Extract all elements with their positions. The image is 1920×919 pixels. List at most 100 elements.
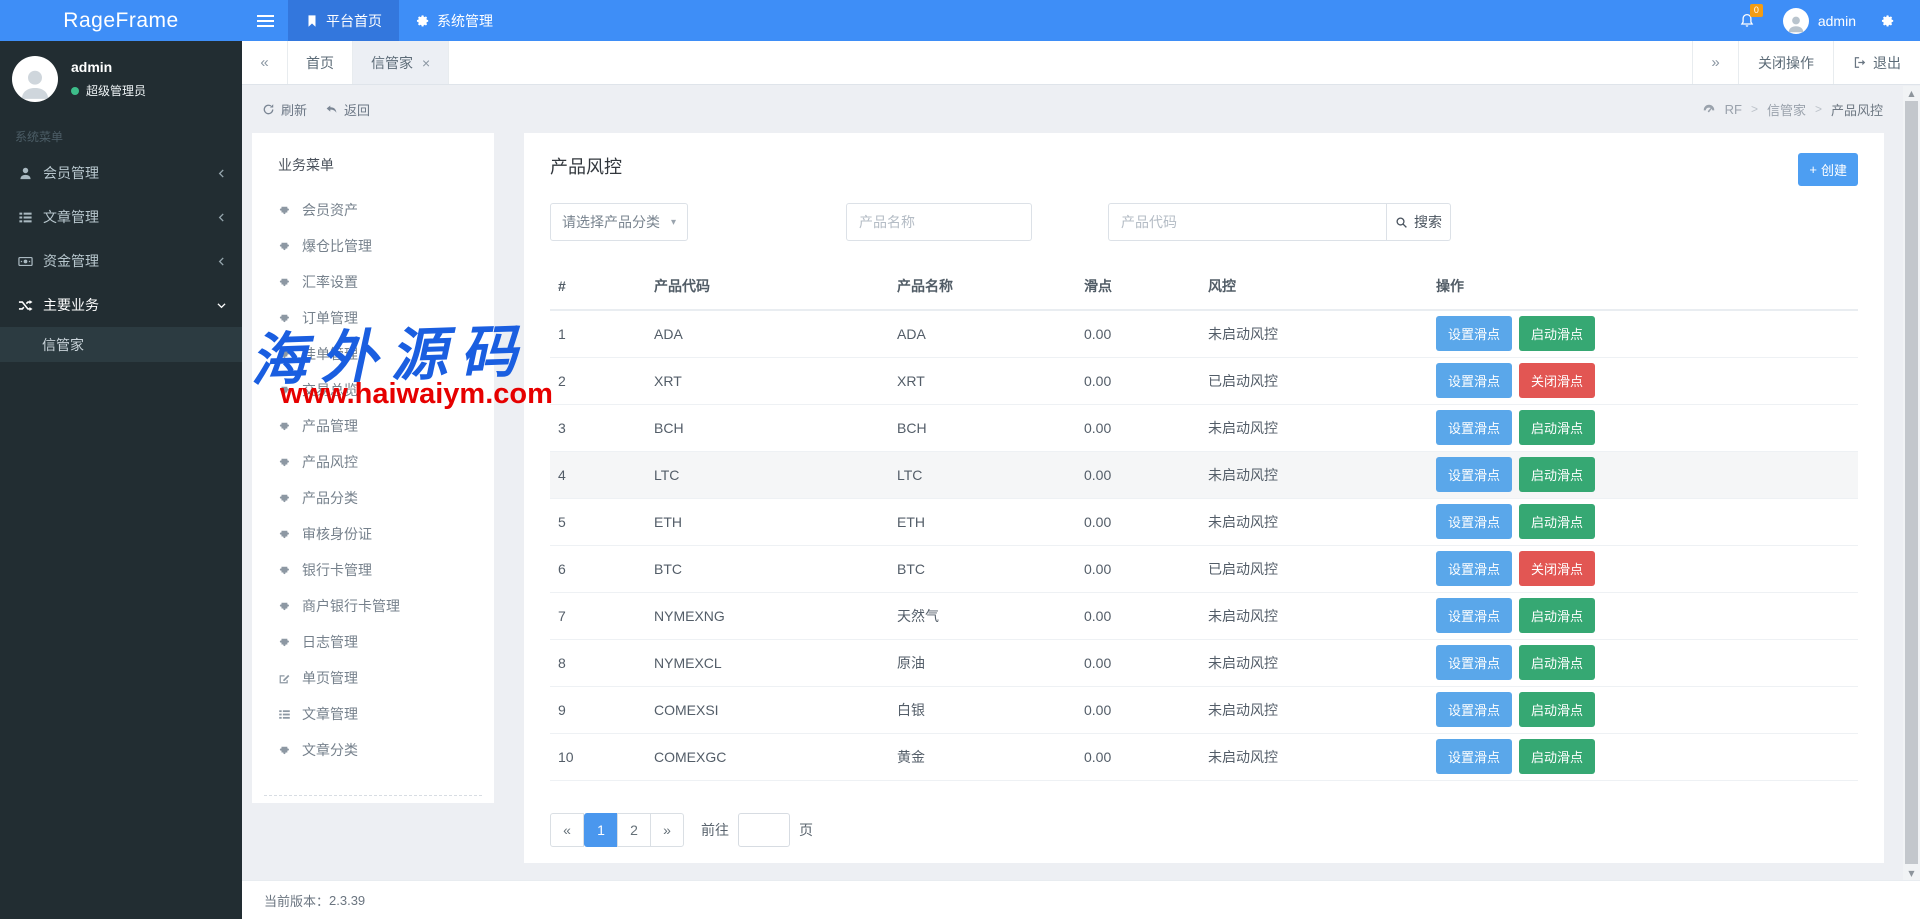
business-menu-item[interactable]: 审核身份证 (252, 516, 494, 552)
scrollbar-thumb[interactable] (1905, 101, 1918, 864)
category-select[interactable]: 请选择产品分类 ▾ (550, 203, 688, 241)
set-slippage-button[interactable]: 设置滑点 (1436, 692, 1512, 727)
business-menu-item-label: 爆仓比管理 (302, 236, 372, 256)
sidebar: admin 超级管理员 系统菜单 会员管理文章管理资金管理主要业务信管家 (0, 41, 242, 919)
sidebar-item-1[interactable]: 文章管理 (0, 195, 242, 239)
goto-label: 前往 (701, 820, 729, 840)
breadcrumb-item[interactable]: 信管家 (1767, 100, 1806, 119)
start-slippage-button[interactable]: 启动滑点 (1519, 692, 1595, 727)
business-menu-item[interactable]: 交易总览 (252, 372, 494, 408)
sign-out-icon (1853, 56, 1866, 69)
tab-home[interactable]: 首页 (288, 41, 353, 84)
business-menu-item-label: 文章分类 (302, 740, 358, 760)
set-slippage-button[interactable]: 设置滑点 (1436, 410, 1512, 445)
search-button[interactable]: 搜索 (1387, 203, 1451, 241)
business-menu-item[interactable]: 单页管理 (252, 660, 494, 696)
business-menu-item[interactable]: 爆仓比管理 (252, 228, 494, 264)
hamburger-icon[interactable] (242, 0, 288, 41)
page-button[interactable]: 2 (617, 813, 651, 847)
user-panel: admin 超级管理员 (0, 41, 242, 115)
logout-button[interactable]: 退出 (1833, 41, 1920, 84)
page-button[interactable]: 1 (584, 813, 618, 847)
sidebar-menu: 会员管理文章管理资金管理主要业务信管家 (0, 151, 242, 362)
business-menu-item[interactable]: 产品管理 (252, 408, 494, 444)
set-slippage-button[interactable]: 设置滑点 (1436, 739, 1512, 774)
business-menu-item[interactable]: 汇率设置 (252, 264, 494, 300)
scroll-up-icon[interactable]: ▲ (1903, 86, 1920, 100)
start-slippage-button[interactable]: 启动滑点 (1519, 598, 1595, 633)
set-slippage-button[interactable]: 设置滑点 (1436, 551, 1512, 586)
person-icon (17, 66, 53, 102)
puzzle-icon (278, 240, 291, 253)
business-menu-item[interactable]: 文章分类 (252, 732, 494, 768)
vertical-scrollbar[interactable]: ▲ ▼ (1903, 86, 1920, 880)
set-slippage-button[interactable]: 设置滑点 (1436, 645, 1512, 680)
return-arrow-icon (325, 103, 338, 116)
product-name: 原油 (889, 639, 1076, 686)
business-menu-panel: 业务菜单 会员资产爆仓比管理汇率设置订单管理挂单管理交易总览产品管理产品风控产品… (252, 133, 494, 803)
set-slippage-button[interactable]: 设置滑点 (1436, 316, 1512, 351)
slippage: 0.00 (1076, 686, 1200, 733)
business-menu-item[interactable]: 挂单管理 (252, 336, 494, 372)
start-slippage-button[interactable]: 启动滑点 (1519, 739, 1595, 774)
sidebar-item-3[interactable]: 主要业务 (0, 283, 242, 327)
business-menu-item[interactable]: 订单管理 (252, 300, 494, 336)
set-slippage-button[interactable]: 设置滑点 (1436, 363, 1512, 398)
tabs-scroll-right-button[interactable]: » (1692, 41, 1738, 84)
back-button[interactable]: 返回 (325, 100, 370, 119)
business-menu-item[interactable]: 商户银行卡管理 (252, 588, 494, 624)
col-header-risk: 风控 (1200, 263, 1428, 310)
row-actions: 设置滑点关闭滑点 (1428, 545, 1858, 592)
stop-slippage-button[interactable]: 关闭滑点 (1519, 363, 1595, 398)
nav-item-system-management[interactable]: 系统管理 (399, 0, 510, 41)
start-slippage-button[interactable]: 启动滑点 (1519, 316, 1595, 351)
business-menu-item-label: 产品分类 (302, 488, 358, 508)
set-slippage-button[interactable]: 设置滑点 (1436, 457, 1512, 492)
sidebar-item-label: 会员管理 (43, 163, 99, 183)
business-menu-item[interactable]: 日志管理 (252, 624, 494, 660)
set-slippage-button[interactable]: 设置滑点 (1436, 598, 1512, 633)
slippage: 0.00 (1076, 733, 1200, 780)
product-code-input[interactable] (1108, 203, 1387, 241)
sidebar-item-0[interactable]: 会员管理 (0, 151, 242, 195)
goto-page-input[interactable] (738, 813, 790, 847)
scroll-down-icon[interactable]: ▼ (1903, 866, 1920, 880)
start-slippage-button[interactable]: 启动滑点 (1519, 504, 1595, 539)
pagination-next[interactable]: » (650, 813, 684, 847)
settings-button[interactable] (1870, 14, 1906, 28)
business-menu-item[interactable]: 产品风控 (252, 444, 494, 480)
set-slippage-button[interactable]: 设置滑点 (1436, 504, 1512, 539)
start-slippage-button[interactable]: 启动滑点 (1519, 457, 1595, 492)
business-menu-item[interactable]: 银行卡管理 (252, 552, 494, 588)
tab-xinguanjia[interactable]: 信管家 × (353, 41, 449, 84)
nav-item-platform-home[interactable]: 平台首页 (288, 0, 399, 41)
close-operations-button[interactable]: 关闭操作 (1738, 41, 1833, 84)
table-row: 10COMEXGC黄金0.00未启动风控设置滑点启动滑点 (550, 733, 1858, 780)
create-button[interactable]: + 创建 (1798, 153, 1858, 186)
start-slippage-button[interactable]: 启动滑点 (1519, 645, 1595, 680)
product-name-input[interactable] (846, 203, 1032, 241)
start-slippage-button[interactable]: 启动滑点 (1519, 410, 1595, 445)
product-name: 黄金 (889, 733, 1076, 780)
toolbar: 刷新 返回 RF > 信管家 > 产品风控 (242, 86, 1903, 132)
puzzle-icon (278, 492, 291, 505)
close-icon[interactable]: × (422, 55, 430, 71)
business-menu-item[interactable]: 产品分类 (252, 480, 494, 516)
notifications-button[interactable]: 0 (1725, 0, 1769, 41)
refresh-button[interactable]: 刷新 (262, 100, 307, 119)
breadcrumb-item[interactable]: RF (1725, 102, 1742, 117)
tabs-scroll-left-button[interactable]: « (242, 41, 288, 84)
business-menu-item[interactable]: 会员资产 (252, 192, 494, 228)
sidebar-subitem[interactable]: 信管家 (0, 327, 242, 362)
row-index: 6 (550, 545, 646, 592)
divider (264, 795, 482, 796)
row-index: 3 (550, 404, 646, 451)
sidebar-item-2[interactable]: 资金管理 (0, 239, 242, 283)
risk-status: 已启动风控 (1200, 545, 1428, 592)
user-menu[interactable]: admin (1769, 8, 1870, 34)
stop-slippage-button[interactable]: 关闭滑点 (1519, 551, 1595, 586)
slippage: 0.00 (1076, 639, 1200, 686)
business-menu-item[interactable]: 文章管理 (252, 696, 494, 732)
table-header-row: # 产品代码 产品名称 滑点 风控 操作 (550, 263, 1858, 310)
pagination-prev[interactable]: « (550, 813, 584, 847)
